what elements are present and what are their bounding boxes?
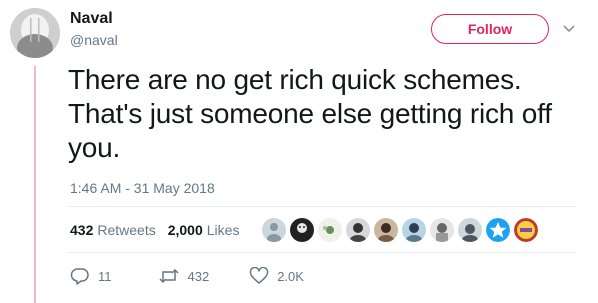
liker-avatar[interactable] bbox=[486, 218, 510, 242]
retweets-label: Retweets bbox=[97, 222, 156, 238]
liker-avatar[interactable] bbox=[374, 218, 398, 242]
tweet-timestamp[interactable]: 1:46 AM - 31 May 2018 bbox=[70, 180, 215, 196]
divider bbox=[68, 252, 576, 253]
liker-avatar[interactable] bbox=[346, 218, 370, 242]
retweet-button[interactable]: 432 bbox=[158, 267, 210, 285]
liker-avatars bbox=[262, 218, 538, 242]
retweet-icon bbox=[158, 267, 180, 285]
likes-label: Likes bbox=[206, 222, 240, 238]
retweets-count: 432 bbox=[70, 222, 94, 238]
heart-icon bbox=[249, 267, 269, 285]
avatar-image bbox=[10, 8, 60, 58]
follow-button[interactable]: Follow bbox=[431, 14, 549, 44]
liker-avatar[interactable] bbox=[430, 218, 454, 242]
tweet-stats: 432 Retweets 2,000 Likes bbox=[70, 222, 251, 238]
user-handle[interactable]: @naval bbox=[70, 32, 118, 48]
reply-button[interactable]: 11 bbox=[70, 267, 112, 285]
retweets-stat[interactable]: 432 Retweets bbox=[70, 222, 156, 238]
likes-stat[interactable]: 2,000 Likes bbox=[168, 222, 240, 238]
liker-avatar[interactable] bbox=[262, 218, 286, 242]
like-button[interactable]: 2.0K bbox=[249, 267, 304, 285]
like-count: 2.0K bbox=[277, 268, 304, 284]
avatar[interactable] bbox=[10, 8, 60, 58]
display-name[interactable]: Naval bbox=[70, 10, 113, 28]
retweet-count: 432 bbox=[187, 268, 210, 284]
thread-line bbox=[34, 66, 36, 303]
reply-count: 11 bbox=[98, 268, 112, 284]
liker-avatar[interactable] bbox=[318, 218, 342, 242]
liker-avatar[interactable] bbox=[514, 218, 538, 242]
reply-icon bbox=[70, 267, 90, 285]
liker-avatar[interactable] bbox=[290, 218, 314, 242]
likes-count: 2,000 bbox=[167, 222, 203, 238]
chevron-down-icon[interactable] bbox=[562, 22, 576, 34]
tweet-text: There are no get rich quick schemes. Tha… bbox=[68, 64, 552, 163]
liker-avatar[interactable] bbox=[402, 218, 426, 242]
divider bbox=[68, 206, 576, 207]
tweet-actions: 11 432 2.0K bbox=[70, 267, 304, 285]
liker-avatar[interactable] bbox=[458, 218, 482, 242]
